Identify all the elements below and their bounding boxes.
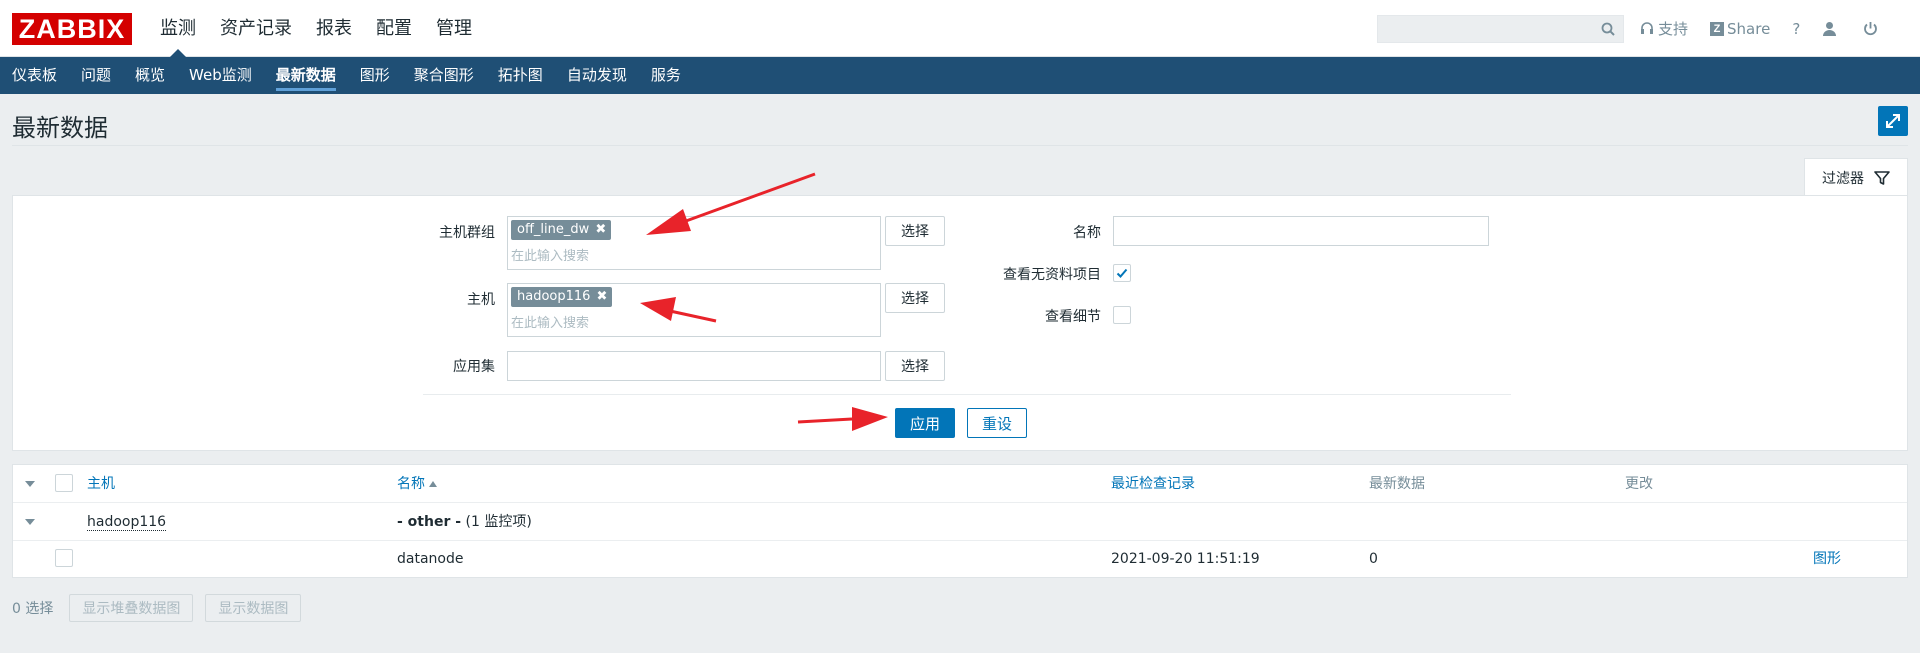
name-label: 名称 [1073, 225, 1101, 241]
sub-nav-web[interactable]: Web监测 [177, 57, 264, 94]
application-select-button[interactable]: 选择 [885, 351, 945, 381]
column-name-label: 名称 [397, 476, 425, 492]
sub-nav-problems[interactable]: 问题 [69, 57, 123, 94]
host-group-tag-label: off_line_dw [517, 222, 590, 237]
sub-nav-graphs[interactable]: 图形 [348, 57, 402, 94]
column-change: 更改 [1625, 476, 1653, 492]
column-last-value: 最新数据 [1369, 476, 1425, 492]
main-nav-monitoring[interactable]: 监测 [148, 0, 208, 57]
filter-tab[interactable]: 过滤器 [1804, 158, 1908, 196]
column-last-check[interactable]: 最近检查记录 [1111, 465, 1195, 503]
item-count: (1 监控项) [465, 514, 532, 530]
latest-data-table: 主机 名称 最近检查记录 最新数据 更改 hadoop116 - other -… [12, 464, 1908, 578]
sub-nav-latest-data[interactable]: 最新数据 [264, 57, 348, 94]
main-nav-inventory[interactable]: 资产记录 [208, 0, 304, 57]
fullscreen-button[interactable] [1878, 106, 1908, 136]
show-without-data-label: 查看无资料项目 [1003, 267, 1101, 283]
collapse-group-toggle[interactable] [25, 519, 35, 525]
host-link[interactable]: hadoop116 [87, 514, 167, 531]
host-group-tag: off_line_dw ✖ [511, 220, 612, 240]
show-without-data-checkbox[interactable] [1113, 264, 1131, 282]
search-icon[interactable] [1601, 22, 1615, 36]
stacked-graph-button[interactable]: 显示堆叠数据图 [69, 594, 194, 622]
host-group-select-button[interactable]: 选择 [885, 216, 945, 246]
column-name[interactable]: 名称 [397, 465, 437, 503]
sub-nav-screens[interactable]: 聚合图形 [402, 57, 486, 94]
application-label: 应用集 [453, 359, 495, 375]
selected-count: 0 选择 [12, 601, 54, 617]
search-input[interactable] [1378, 16, 1588, 42]
funnel-icon [1874, 170, 1890, 185]
host-label: 主机 [467, 292, 495, 308]
header-tools: 支持 Z Share ? [1640, 0, 1904, 57]
show-details-label: 查看细节 [1045, 309, 1101, 325]
share-label: Share [1727, 19, 1771, 38]
user-icon [1823, 22, 1837, 36]
checkmark-icon [1116, 268, 1128, 278]
sub-nav-discovery[interactable]: 自动发现 [555, 57, 639, 94]
zabbix-logo[interactable]: ZABBIX [12, 13, 132, 45]
host-select-button[interactable]: 选择 [885, 283, 945, 313]
host-tag: hadoop116 ✖ [511, 287, 613, 307]
application-multiselect[interactable] [507, 351, 881, 381]
collapse-all-toggle[interactable] [25, 481, 35, 487]
power-icon [1864, 22, 1878, 36]
support-link[interactable]: 支持 [1640, 18, 1688, 39]
item-last-check: 2021-09-20 11:51:19 [1111, 551, 1260, 567]
sub-nav-dashboard[interactable]: 仪表板 [0, 57, 69, 94]
show-details-checkbox[interactable] [1113, 306, 1131, 324]
graph-button[interactable]: 显示数据图 [205, 594, 302, 622]
host-tag-label: hadoop116 [517, 289, 591, 304]
item-last-value: 0 [1369, 551, 1378, 567]
host-search-input[interactable] [511, 313, 871, 333]
host-group-search-input[interactable] [511, 246, 871, 266]
item-graph-link[interactable]: 图形 [1813, 541, 1841, 577]
table-row: hadoop116 - other - (1 监控项) [13, 503, 1907, 541]
expand-icon [1886, 114, 1900, 128]
main-nav-reports[interactable]: 报表 [304, 0, 364, 57]
remove-icon[interactable]: ✖ [595, 220, 606, 240]
filter-divider [423, 394, 1511, 395]
main-nav-configuration[interactable]: 配置 [364, 0, 424, 57]
top-header: ZABBIX 监测 资产记录 报表 配置 管理 支持 Z Share ? [0, 0, 1920, 57]
host-multiselect[interactable]: hadoop116 ✖ [507, 283, 881, 337]
help-link[interactable]: ? [1792, 20, 1800, 38]
remove-icon[interactable]: ✖ [597, 287, 608, 307]
title-divider [12, 145, 1908, 146]
sub-nav: 仪表板 问题 概览 Web监测 最新数据 图形 聚合图形 拓扑图 自动发现 服务 [0, 57, 1920, 94]
profile-link[interactable] [1822, 21, 1841, 36]
main-nav-administration[interactable]: 管理 [424, 0, 484, 57]
main-nav: 监测 资产记录 报表 配置 管理 [148, 0, 484, 57]
host-group-label: 主机群组 [439, 225, 495, 241]
application-name: - other - [397, 514, 462, 530]
logout-link[interactable] [1863, 21, 1882, 36]
item-name: datanode [397, 551, 464, 567]
share-link[interactable]: Z Share [1710, 20, 1770, 38]
column-host[interactable]: 主机 [87, 465, 115, 503]
filter-tab-label: 过滤器 [1822, 170, 1864, 187]
select-all-checkbox[interactable] [55, 474, 73, 492]
apply-button[interactable]: 应用 [895, 408, 955, 438]
name-input[interactable] [1113, 216, 1489, 246]
zabbix-share-icon: Z [1710, 21, 1725, 36]
host-group-multiselect[interactable]: off_line_dw ✖ [507, 216, 881, 270]
sub-nav-overview[interactable]: 概览 [123, 57, 177, 94]
table-header-row: 主机 名称 最近检查记录 最新数据 更改 [13, 465, 1907, 503]
sub-nav-services[interactable]: 服务 [639, 57, 693, 94]
page-title: 最新数据 [12, 114, 108, 142]
headset-icon [1641, 21, 1653, 34]
filter-panel: 主机群组 off_line_dw ✖ 选择 主机 hadoop116 ✖ 选择 … [12, 195, 1908, 451]
help-icon: ? [1792, 19, 1801, 38]
global-search [1377, 15, 1624, 43]
sub-nav-maps[interactable]: 拓扑图 [486, 57, 555, 94]
sort-asc-icon [429, 481, 437, 487]
application-group: - other - (1 监控项) [397, 503, 532, 541]
reset-button[interactable]: 重设 [967, 408, 1027, 438]
support-label: 支持 [1658, 20, 1689, 38]
item-checkbox[interactable] [55, 549, 73, 567]
table-footer: 0 选择 显示堆叠数据图 显示数据图 [12, 594, 302, 622]
table-row: datanode 2021-09-20 11:51:19 0 图形 [13, 541, 1907, 577]
